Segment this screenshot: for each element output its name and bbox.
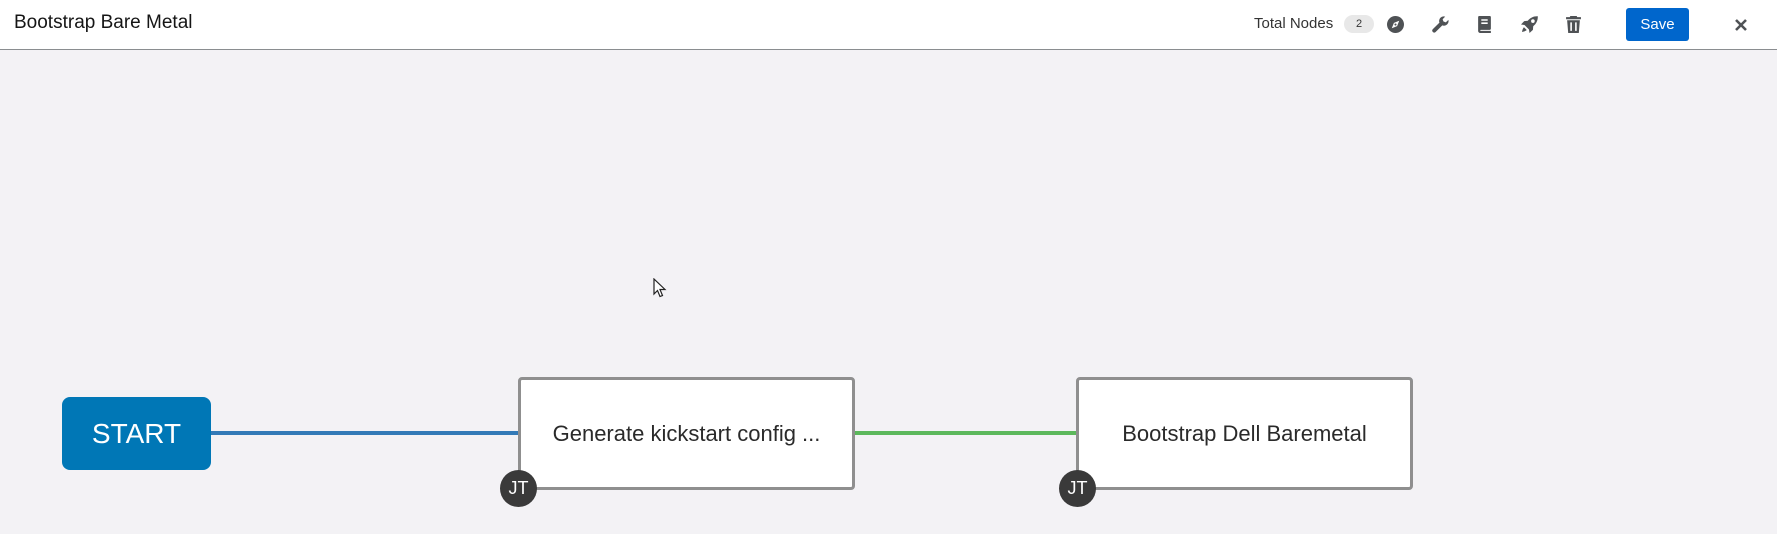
total-nodes-badge: 2 xyxy=(1344,15,1374,33)
job-template-badge: JT xyxy=(500,470,537,507)
link-node-1-to-node-2[interactable] xyxy=(855,431,1077,435)
link-start-to-node-1[interactable] xyxy=(208,431,520,435)
total-nodes-label: Total Nodes xyxy=(1254,15,1334,32)
workflow-node-bootstrap-dell[interactable]: Bootstrap Dell Baremetal xyxy=(1076,377,1413,490)
workflow-visualizer-header: Bootstrap Bare Metal Total Nodes 2 Save xyxy=(0,0,1777,50)
node-label: Generate kickstart config ... xyxy=(552,420,821,446)
trash-icon[interactable] xyxy=(1560,11,1586,37)
rocket-icon[interactable] xyxy=(1516,11,1542,37)
start-node[interactable]: START xyxy=(62,397,211,470)
mouse-cursor-icon xyxy=(653,278,667,298)
workflow-canvas[interactable]: START Generate kickstart config ... JT B… xyxy=(0,50,1777,534)
save-button[interactable]: Save xyxy=(1626,8,1689,41)
workflow-node-generate-kickstart[interactable]: Generate kickstart config ... xyxy=(518,377,855,490)
compass-icon[interactable] xyxy=(1382,11,1408,37)
workflow-title: Bootstrap Bare Metal xyxy=(14,12,193,33)
node-label: Bootstrap Dell Baremetal xyxy=(1122,420,1367,446)
wrench-icon[interactable] xyxy=(1427,11,1453,37)
job-template-badge: JT xyxy=(1059,470,1096,507)
book-icon[interactable] xyxy=(1471,11,1497,37)
close-icon[interactable] xyxy=(1728,12,1754,38)
